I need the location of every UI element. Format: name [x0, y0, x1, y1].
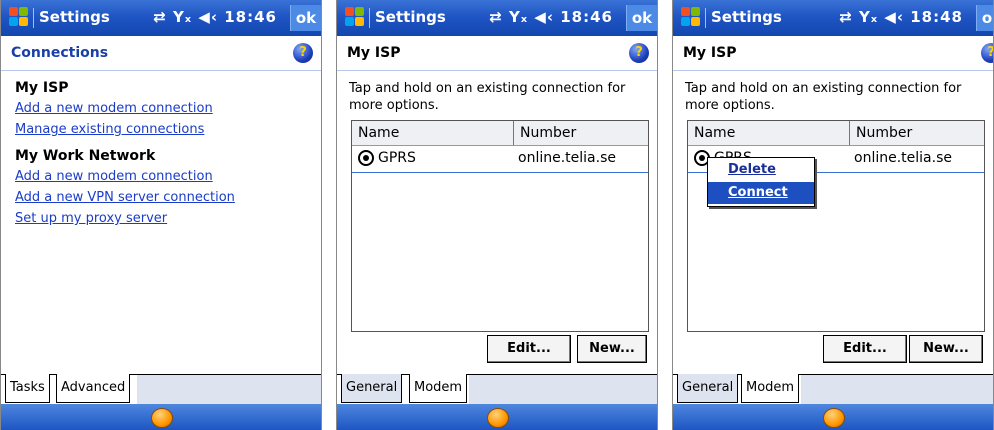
page-header: My ISP ?: [673, 36, 993, 71]
tab-bar: General Modem: [673, 374, 993, 405]
ok-button[interactable]: ok: [290, 5, 321, 31]
edit-button[interactable]: Edit...: [487, 335, 571, 363]
column-number[interactable]: Number: [850, 121, 984, 145]
manage-connections-link[interactable]: Manage existing connections: [15, 119, 213, 140]
my-isp-section: My ISP Add a new modem connection Manage…: [15, 80, 213, 140]
clock[interactable]: 18:46: [560, 8, 613, 26]
page-header: My ISP ?: [337, 36, 657, 71]
column-name[interactable]: Name: [352, 121, 514, 145]
connections-list[interactable]: Name Number GPRS online.telia.se: [687, 120, 985, 332]
page-title: My ISP: [347, 45, 401, 61]
app-title: Settings: [39, 8, 110, 26]
title-separator: [369, 8, 370, 28]
clock[interactable]: 18:48: [910, 8, 963, 26]
signal-icon[interactable]: Yₓ: [509, 8, 528, 26]
connection-number: online.telia.se: [518, 150, 616, 166]
connection-name: GPRS: [378, 150, 416, 166]
signal-icon[interactable]: Yₓ: [173, 8, 192, 26]
app-title: Settings: [375, 8, 446, 26]
help-icon[interactable]: ?: [981, 43, 993, 63]
tab-bar-fill: [469, 375, 657, 404]
screen-my-isp: Settings ⇄ Yₓ ◀‹ 18:46 ok My ISP ? Tap a…: [336, 0, 658, 430]
title-bar: Settings ⇄ Yₓ ◀‹ 18:46 ok: [337, 0, 657, 36]
tab-general[interactable]: General: [677, 374, 739, 403]
connections-list[interactable]: Name Number GPRS online.telia.se: [351, 120, 649, 332]
system-tray[interactable]: ⇄ Yₓ ◀‹ 18:46: [489, 8, 613, 26]
add-modem-connection-link[interactable]: Add a new modem connection: [15, 98, 213, 119]
radio-icon: [358, 150, 374, 166]
new-button[interactable]: New...: [909, 335, 983, 363]
page-title: My ISP: [683, 45, 737, 61]
tab-modem[interactable]: Modem: [409, 374, 468, 403]
hint-text: Tap and hold on an existing connection f…: [349, 81, 626, 113]
connectivity-icon[interactable]: ⇄: [839, 8, 853, 26]
list-item[interactable]: GPRS online.telia.se: [352, 146, 648, 173]
menu-bar: [337, 404, 657, 430]
context-menu[interactable]: Delete Connect: [707, 157, 815, 207]
screen-my-isp-context: Settings ⇄ Yₓ ◀‹ 18:48 ok My ISP ? Tap a…: [672, 0, 994, 430]
title-bar: Settings ⇄ Yₓ ◀‹ 18:46 ok: [1, 0, 321, 36]
add-work-modem-link[interactable]: Add a new modem connection: [15, 166, 235, 187]
menu-bar: [673, 404, 993, 430]
title-separator: [33, 8, 34, 28]
add-vpn-link[interactable]: Add a new VPN server connection: [15, 187, 235, 208]
tab-general[interactable]: General: [341, 374, 403, 403]
delete-menu-item[interactable]: Delete: [708, 159, 814, 181]
help-icon[interactable]: ?: [293, 43, 313, 63]
tab-tasks[interactable]: Tasks: [5, 374, 50, 403]
volume-icon[interactable]: ◀‹: [534, 8, 554, 26]
tab-modem[interactable]: Modem: [741, 374, 800, 403]
signal-icon[interactable]: Yₓ: [859, 8, 878, 26]
start-menu-icon[interactable]: [345, 7, 365, 27]
volume-icon[interactable]: ◀‹: [198, 8, 218, 26]
page-title: Connections: [11, 45, 109, 61]
input-panel-icon[interactable]: [823, 408, 845, 428]
input-panel-icon[interactable]: [487, 408, 509, 428]
screen-connections: Settings ⇄ Yₓ ◀‹ 18:46 ok Connections ? …: [0, 0, 322, 430]
proxy-server-link[interactable]: Set up my proxy server: [15, 208, 235, 229]
work-network-heading: My Work Network: [15, 148, 156, 164]
tab-bar-fill: [801, 375, 993, 404]
tab-bar: General Modem: [337, 374, 657, 405]
column-number[interactable]: Number: [514, 121, 648, 145]
tab-advanced[interactable]: Advanced: [56, 374, 131, 403]
help-icon[interactable]: ?: [629, 43, 649, 63]
connectivity-icon[interactable]: ⇄: [153, 8, 167, 26]
connect-menu-item[interactable]: Connect: [708, 182, 814, 204]
start-menu-icon[interactable]: [681, 7, 701, 27]
tab-bar: Tasks Advanced: [1, 374, 321, 405]
connectivity-icon[interactable]: ⇄: [489, 8, 503, 26]
menu-bar: [1, 404, 321, 430]
edit-button[interactable]: Edit...: [823, 335, 907, 363]
tab-bar-fill: [137, 375, 321, 404]
system-tray[interactable]: ⇄ Yₓ ◀‹ 18:48: [839, 8, 963, 26]
hint-text: Tap and hold on an existing connection f…: [685, 81, 962, 113]
column-name[interactable]: Name: [688, 121, 850, 145]
list-header: Name Number: [352, 121, 648, 146]
input-panel-icon[interactable]: [151, 408, 173, 428]
my-isp-heading: My ISP: [15, 80, 69, 96]
new-button[interactable]: New...: [577, 335, 647, 363]
title-bar: Settings ⇄ Yₓ ◀‹ 18:48 ok: [673, 0, 993, 36]
clock[interactable]: 18:46: [224, 8, 277, 26]
start-menu-icon[interactable]: [9, 7, 29, 27]
title-separator: [705, 8, 706, 28]
page-header: Connections ?: [1, 36, 321, 71]
ok-button[interactable]: ok: [976, 5, 993, 31]
system-tray[interactable]: ⇄ Yₓ ◀‹ 18:46: [153, 8, 277, 26]
list-header: Name Number: [688, 121, 984, 146]
app-title: Settings: [711, 8, 782, 26]
work-network-section: My Work Network Add a new modem connecti…: [15, 148, 235, 229]
connection-number: online.telia.se: [854, 150, 952, 166]
ok-button[interactable]: ok: [626, 5, 657, 31]
volume-icon[interactable]: ◀‹: [884, 8, 904, 26]
